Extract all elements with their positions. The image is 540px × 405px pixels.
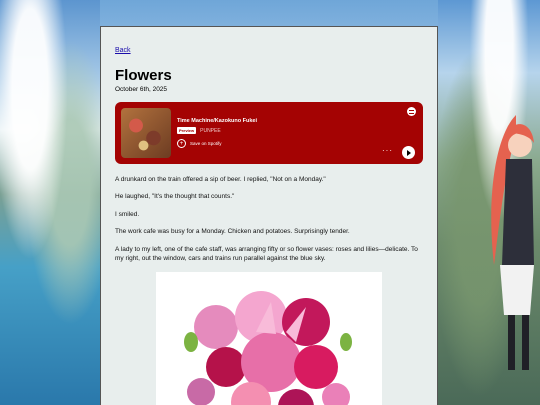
paragraph: A lady to my left, one of the cafe staff… <box>115 245 418 263</box>
post-body: A drunkard on the train offered a sip of… <box>115 175 423 264</box>
song-title[interactable]: Time Machine/Kazokuno Fukei <box>177 118 257 124</box>
album-cover <box>121 108 171 158</box>
content-panel: Back Flowers October 6th, 2025 Time Mach… <box>100 26 438 405</box>
page-title: Flowers <box>115 67 172 84</box>
plus-icon: + <box>177 139 186 148</box>
flower-bouquet-image <box>156 271 382 405</box>
play-button[interactable] <box>402 146 415 159</box>
paragraph: I smiled. <box>115 210 140 218</box>
save-label: Save on Spotify <box>190 141 222 146</box>
paragraph: He laughed, "It's the thought that count… <box>115 193 235 201</box>
paragraph: A drunkard on the train offered a sip of… <box>115 176 326 183</box>
paragraph: The work cafe was busy for a Monday. Chi… <box>115 228 350 236</box>
save-on-spotify-button[interactable]: + Save on Spotify <box>177 139 257 148</box>
preview-badge: Preview <box>177 127 197 134</box>
track-meta: Preview PUNPEE <box>177 127 257 134</box>
spotify-embed[interactable]: Time Machine/Kazokuno Fukei Preview PUNP… <box>115 102 423 164</box>
artist-name[interactable]: PUNPEE <box>200 128 221 134</box>
background-landscape-left <box>0 0 100 405</box>
more-options-icon[interactable]: ··· <box>382 146 393 155</box>
post-date: October 6th, 2025 <box>115 86 168 93</box>
anime-girl-illustration <box>491 115 534 370</box>
spotify-logo-icon[interactable] <box>407 107 416 116</box>
back-link[interactable]: Back <box>115 47 131 54</box>
track-info: Time Machine/Kazokuno Fukei Preview PUNP… <box>177 118 257 148</box>
background-landscape-right <box>438 0 540 405</box>
